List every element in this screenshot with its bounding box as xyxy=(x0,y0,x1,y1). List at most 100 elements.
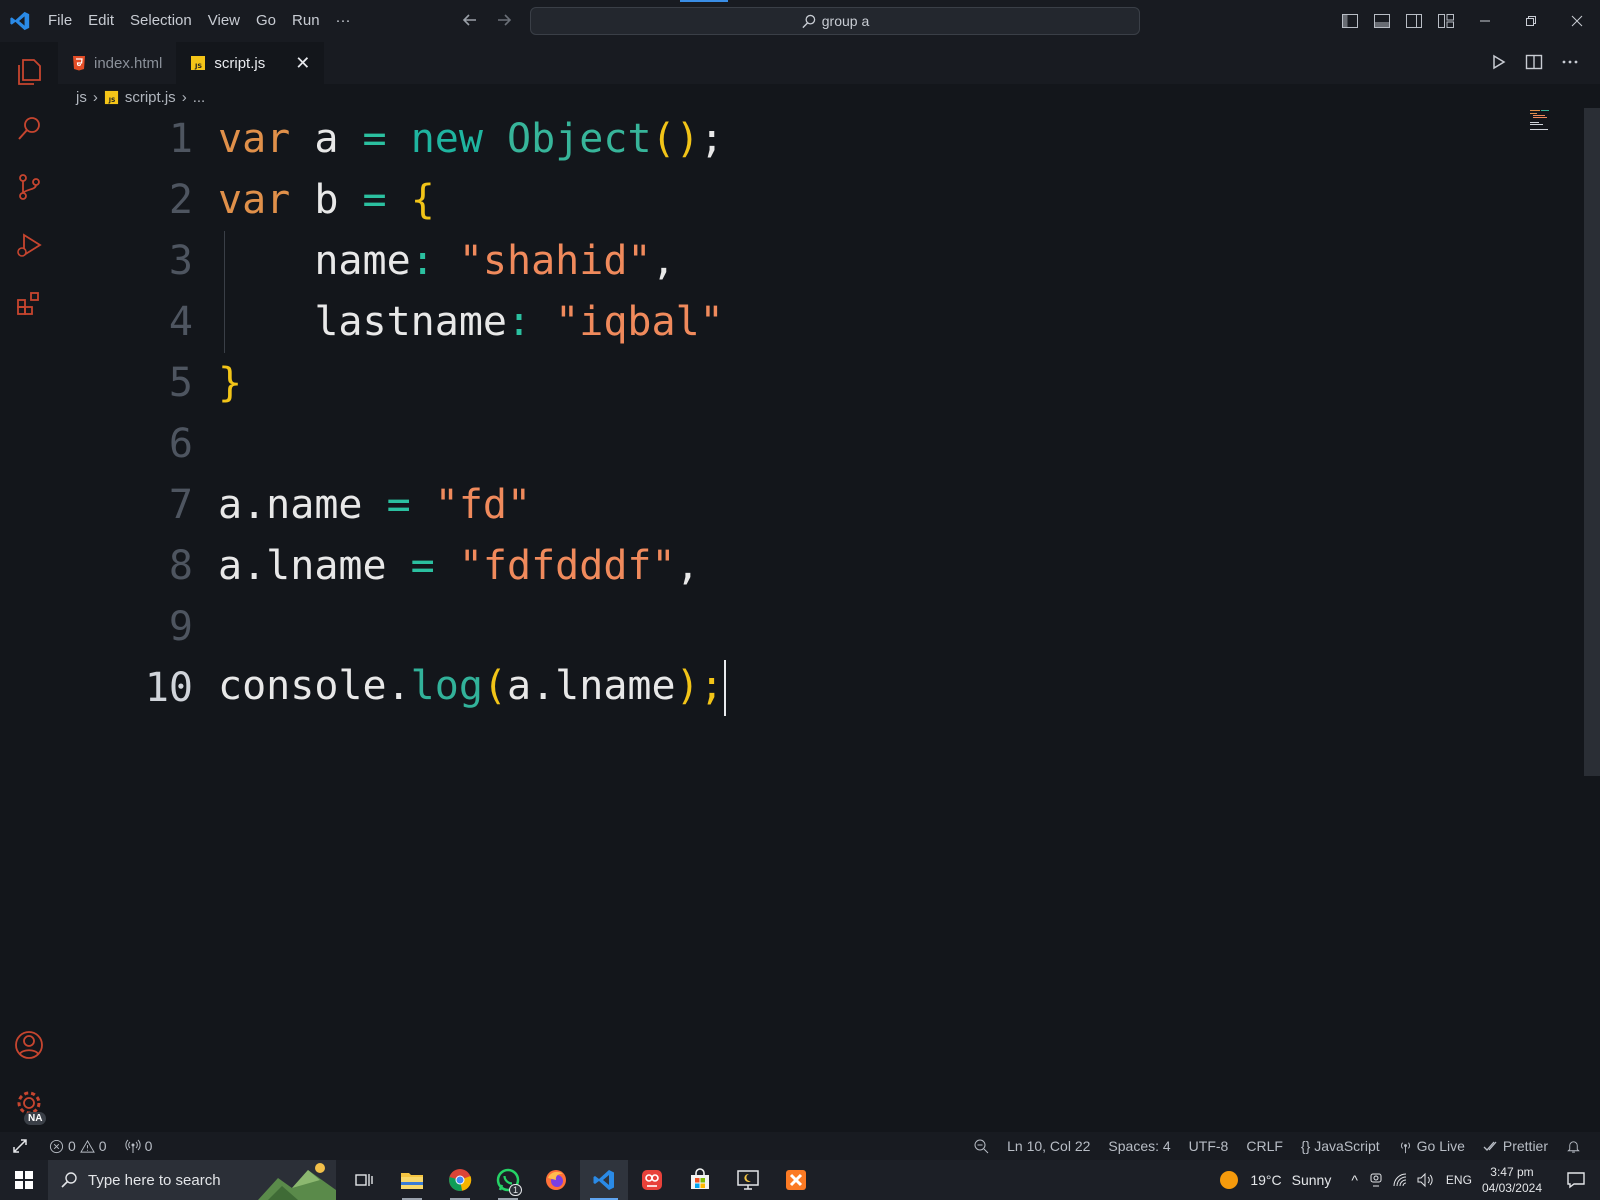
token-operator: = xyxy=(410,542,435,589)
task-view-button[interactable] xyxy=(340,1160,388,1200)
arrow-right-icon[interactable] xyxy=(494,10,514,30)
manage-button[interactable]: NA xyxy=(0,1074,58,1132)
error-count: 0 xyxy=(68,1138,76,1154)
close-tab-icon[interactable]: ✕ xyxy=(295,53,310,74)
menu-edit[interactable]: Edit xyxy=(80,0,122,42)
breadcrumb-more[interactable]: ... xyxy=(193,89,206,106)
chevron-up-icon[interactable]: ^ xyxy=(1351,1172,1358,1188)
screen-sketch-icon xyxy=(642,1170,662,1190)
code-line: 4 lastname: "iqbal" xyxy=(58,291,1578,352)
tab-index-html[interactable]: index.html xyxy=(58,42,176,84)
weather-sun-icon[interactable] xyxy=(1218,1169,1240,1191)
token-property: name xyxy=(218,237,411,284)
customize-layout-icon[interactable] xyxy=(1436,11,1456,31)
ports-status[interactable]: 0 xyxy=(116,1138,162,1154)
input-language[interactable]: ENG xyxy=(1446,1173,1472,1187)
token-parens: () xyxy=(651,115,700,162)
svg-text:JS: JS xyxy=(108,97,116,104)
tab-script-js[interactable]: JS script.js ✕ xyxy=(176,42,325,84)
remote-desktop-app[interactable] xyxy=(724,1160,772,1200)
manage-badge: NA xyxy=(24,1112,47,1125)
menu-view[interactable]: View xyxy=(200,0,248,42)
extensions-icon xyxy=(17,292,39,315)
arrow-left-icon[interactable] xyxy=(460,10,480,30)
meet-now-icon[interactable] xyxy=(1368,1172,1384,1188)
clock[interactable]: 3:47 pm 04/03/2024 xyxy=(1472,1164,1552,1196)
eol-status[interactable]: CRLF xyxy=(1237,1138,1292,1154)
encoding-status[interactable]: UTF-8 xyxy=(1180,1138,1238,1154)
firefox-app[interactable] xyxy=(532,1160,580,1200)
token-ident: a.lname xyxy=(507,662,676,709)
line-content: var b = { xyxy=(193,177,435,223)
code-line: 10 console.log(a.lname); xyxy=(58,657,1578,718)
double-check-icon xyxy=(1483,1141,1497,1151)
token-ident: a.lname xyxy=(218,542,411,589)
minimize-button[interactable] xyxy=(1462,0,1508,42)
indentation-status[interactable]: Spaces: 4 xyxy=(1099,1138,1179,1154)
search-icon xyxy=(802,14,815,28)
breadcrumb-file[interactable]: script.js xyxy=(125,89,176,106)
token-string: "iqbal" xyxy=(555,298,724,345)
token-brace: { xyxy=(410,176,435,223)
whatsapp-app[interactable]: 1 xyxy=(484,1160,532,1200)
run-debug-button[interactable] xyxy=(0,216,58,274)
search-icon xyxy=(61,1172,77,1188)
zoom-status[interactable] xyxy=(964,1138,998,1154)
cursor-position-status[interactable]: Ln 10, Col 22 xyxy=(998,1138,1099,1154)
toggle-secondary-sidebar-icon[interactable] xyxy=(1404,11,1424,31)
volume-icon[interactable] xyxy=(1416,1172,1434,1188)
toggle-panel-icon[interactable] xyxy=(1372,11,1392,31)
warning-icon xyxy=(79,1139,95,1153)
source-control-button[interactable] xyxy=(0,158,58,216)
menu-file[interactable]: File xyxy=(40,0,80,42)
explorer-button[interactable] xyxy=(0,42,58,100)
accounts-button[interactable] xyxy=(0,1016,58,1074)
close-window-button[interactable] xyxy=(1554,0,1600,42)
notifications-status[interactable] xyxy=(1557,1139,1590,1154)
remote-button[interactable] xyxy=(0,1132,40,1160)
chrome-app[interactable] xyxy=(436,1160,484,1200)
more-actions-icon[interactable] xyxy=(1560,52,1580,72)
store-app[interactable] xyxy=(676,1160,724,1200)
html5-icon xyxy=(73,56,85,71)
snipping-app[interactable] xyxy=(628,1160,676,1200)
toggle-primary-sidebar-icon[interactable] xyxy=(1340,11,1360,31)
weather-temp[interactable]: 19°C xyxy=(1250,1172,1281,1188)
action-center-button[interactable] xyxy=(1552,1160,1600,1200)
vertical-scrollbar[interactable] xyxy=(1584,108,1600,776)
menu-selection[interactable]: Selection xyxy=(122,0,200,42)
run-icon[interactable] xyxy=(1488,52,1508,72)
token-type: Object xyxy=(507,115,652,162)
weather-text[interactable]: Sunny xyxy=(1292,1172,1332,1188)
minimap[interactable] xyxy=(1528,108,1554,132)
window-controls xyxy=(1462,0,1600,42)
file-explorer-app[interactable] xyxy=(388,1160,436,1200)
extensions-button[interactable] xyxy=(0,274,58,332)
language-status[interactable]: {} JavaScript xyxy=(1292,1138,1389,1154)
menu-run[interactable]: Run xyxy=(284,0,328,42)
windows-logo-icon xyxy=(15,1171,33,1189)
prettier-status[interactable]: Prettier xyxy=(1474,1138,1557,1154)
menu-go[interactable]: Go xyxy=(248,0,284,42)
title-bar: File Edit Selection View Go Run ··· grou… xyxy=(0,0,1600,42)
breadcrumb-folder[interactable]: js xyxy=(76,89,87,106)
command-center-search[interactable]: group a xyxy=(530,7,1140,35)
vscode-app[interactable] xyxy=(580,1160,628,1200)
start-button[interactable] xyxy=(0,1160,48,1200)
menu-more[interactable]: ··· xyxy=(328,0,359,42)
wifi-icon[interactable] xyxy=(1392,1172,1408,1188)
search-view-button[interactable] xyxy=(0,100,58,158)
taskbar-search[interactable]: Type here to search xyxy=(48,1160,336,1200)
code-editor[interactable]: 1 var a = new Object(); 2 var b = { 3 na… xyxy=(58,108,1578,718)
source-control-icon xyxy=(19,174,40,200)
problems-status[interactable]: 0 0 xyxy=(40,1138,116,1154)
token-paren: ) xyxy=(675,662,700,709)
go-live-status[interactable]: Go Live xyxy=(1389,1138,1474,1154)
monitor-moon-icon xyxy=(737,1170,759,1190)
xampp-app[interactable] xyxy=(772,1160,820,1200)
minimize-icon xyxy=(1480,20,1490,22)
token-paren: ( xyxy=(482,662,507,709)
split-editor-icon[interactable] xyxy=(1524,52,1544,72)
restore-button[interactable] xyxy=(1508,0,1554,42)
